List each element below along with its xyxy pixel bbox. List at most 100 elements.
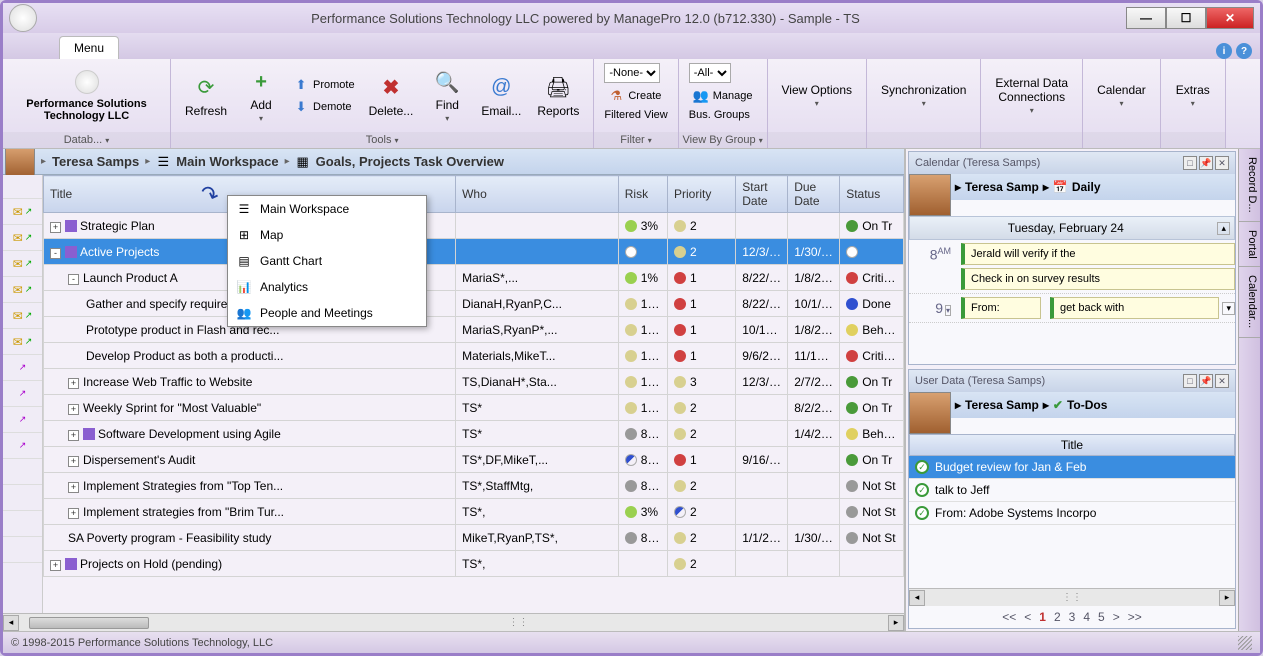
tab-record[interactable]: Record D... xyxy=(1239,149,1260,222)
manage-groups-button[interactable]: 👥Manage xyxy=(689,86,757,106)
cal-bc-user[interactable]: Teresa Samp xyxy=(965,180,1039,194)
panel-pin-icon[interactable]: 📌 xyxy=(1199,156,1213,170)
panel-close-icon[interactable]: ✕ xyxy=(1215,374,1229,388)
promote-button[interactable]: ⬆Promote xyxy=(289,75,359,95)
panel-pin-icon[interactable]: 📌 xyxy=(1199,374,1213,388)
table-row[interactable]: +Strategic Plan3%2On Tr xyxy=(44,213,904,239)
table-row[interactable]: Prototype product in Flash and rec...Mar… xyxy=(44,317,904,343)
todo-scrollbar[interactable]: ◂⋮⋮▸ xyxy=(909,588,1235,606)
project-grid[interactable]: TitleWhoRiskPriorityStart DateDue DateSt… xyxy=(43,175,904,577)
panel-max-icon[interactable]: □ xyxy=(1183,156,1197,170)
breadcrumb-workspace[interactable]: Main Workspace xyxy=(176,154,278,169)
table-row[interactable]: Gather and specify requirementsDianaH,Ry… xyxy=(44,291,904,317)
todo-column-header[interactable]: Title xyxy=(909,434,1235,456)
breadcrumb-user[interactable]: Teresa Samps xyxy=(52,154,139,169)
pager-page[interactable]: 5 xyxy=(1098,610,1105,624)
table-row[interactable]: +Increase Web Traffic to WebsiteTS,Diana… xyxy=(44,369,904,395)
calendar-event[interactable]: get back with xyxy=(1050,297,1219,319)
column-header[interactable]: Who xyxy=(456,176,619,213)
tree-toggle[interactable]: + xyxy=(68,508,79,519)
bus-groups-label[interactable]: Bus. Groups xyxy=(689,109,750,121)
close-button[interactable]: ✕ xyxy=(1206,7,1254,29)
info-icon[interactable]: i xyxy=(1216,43,1232,59)
calendar-date[interactable]: Tuesday, February 24 xyxy=(914,221,1217,235)
pager-first[interactable]: << xyxy=(1002,610,1016,624)
external-data-button[interactable]: External Data Connections▾ xyxy=(989,74,1074,117)
calendar-event[interactable]: Jerald will verify if the xyxy=(961,243,1235,265)
view-options-button[interactable]: View Options▾ xyxy=(776,81,858,110)
calendar-event[interactable]: Check in on survey results xyxy=(961,268,1235,290)
reports-button[interactable]: 🖨 Reports xyxy=(531,72,585,120)
table-row[interactable]: -Launch Product AMariaS*,...1%18/22/2013… xyxy=(44,265,904,291)
group-select[interactable]: -All- xyxy=(689,63,731,83)
check-circle-icon[interactable]: ✓ xyxy=(915,483,929,497)
extras-button[interactable]: Extras▾ xyxy=(1169,81,1217,110)
scroll-down-icon[interactable]: ▾ xyxy=(1222,302,1235,315)
tree-toggle[interactable]: + xyxy=(68,482,79,493)
dropdown-item-analytics[interactable]: 📊Analytics xyxy=(228,274,426,300)
panel-close-icon[interactable]: ✕ xyxy=(1215,156,1229,170)
check-circle-icon[interactable]: ✓ xyxy=(915,460,929,474)
scroll-down-icon[interactable]: ▾ xyxy=(945,305,951,316)
column-header[interactable]: Priority xyxy=(668,176,736,213)
table-row[interactable]: +Dispersement's AuditTS*,DF,MikeT,...80%… xyxy=(44,447,904,473)
resize-grip[interactable] xyxy=(1238,636,1252,650)
dropdown-item-gantt[interactable]: ▤Gantt Chart xyxy=(228,248,426,274)
pager-page[interactable]: 1 xyxy=(1039,610,1046,624)
calendar-event[interactable]: From: xyxy=(961,297,1041,319)
table-row[interactable]: +Implement strategies from "Brim Tur...T… xyxy=(44,499,904,525)
tree-toggle[interactable]: + xyxy=(68,378,79,389)
dropdown-item-people[interactable]: 👥People and Meetings xyxy=(228,300,426,326)
pager-next[interactable]: > xyxy=(1113,610,1120,624)
pager-page[interactable]: 3 xyxy=(1069,610,1076,624)
table-row[interactable]: +Software Development using AgileTS*80%2… xyxy=(44,421,904,447)
pager-prev[interactable]: < xyxy=(1024,610,1031,624)
table-row[interactable]: +Projects on Hold (pending)TS*,2 xyxy=(44,551,904,577)
database-group-label[interactable]: Datab... xyxy=(64,134,103,146)
tab-calendar[interactable]: Calendar... xyxy=(1239,267,1260,337)
horizontal-scrollbar[interactable]: ◂⋮⋮▸ xyxy=(3,613,904,631)
ud-bc-user[interactable]: Teresa Samp xyxy=(965,398,1039,412)
tree-toggle[interactable]: + xyxy=(68,404,79,415)
panel-max-icon[interactable]: □ xyxy=(1183,374,1197,388)
check-circle-icon[interactable]: ✓ xyxy=(915,506,929,520)
column-header[interactable]: Start Date xyxy=(736,176,788,213)
pager-page[interactable]: 2 xyxy=(1054,610,1061,624)
email-button[interactable]: @ Email... xyxy=(475,72,527,120)
dropdown-item-main-workspace[interactable]: ☰Main Workspace xyxy=(228,196,426,222)
add-button[interactable]: + Add ▾ xyxy=(237,66,285,125)
column-header[interactable]: Risk xyxy=(618,176,667,213)
tree-toggle[interactable]: + xyxy=(68,456,79,467)
tree-toggle[interactable]: + xyxy=(50,222,61,233)
scroll-up-icon[interactable]: ▴ xyxy=(1217,222,1230,235)
chevron-right-icon[interactable]: ▸ xyxy=(285,156,290,167)
column-header[interactable]: Due Date xyxy=(788,176,840,213)
table-row[interactable]: Develop Product as both a producti...Mat… xyxy=(44,343,904,369)
maximize-button[interactable]: ☐ xyxy=(1166,7,1206,29)
minimize-button[interactable]: — xyxy=(1126,7,1166,29)
table-row[interactable]: -Active Projects212/3/20121/30/2015 xyxy=(44,239,904,265)
tree-toggle[interactable]: - xyxy=(68,274,79,285)
pager-page[interactable]: 4 xyxy=(1083,610,1090,624)
table-row[interactable]: +Weekly Sprint for "Most Valuable"TS*16%… xyxy=(44,395,904,421)
calendar-button[interactable]: Calendar▾ xyxy=(1091,81,1152,110)
delete-button[interactable]: ✖ Delete... xyxy=(363,72,420,120)
tab-portal[interactable]: Portal xyxy=(1239,222,1260,268)
filter-select[interactable]: -None- xyxy=(604,63,660,83)
todo-item[interactable]: ✓ From: Adobe Systems Incorpo xyxy=(909,502,1235,525)
ud-bc-view[interactable]: To-Dos xyxy=(1067,398,1107,412)
todo-item[interactable]: ✓ Budget review for Jan & Feb xyxy=(909,456,1235,479)
filter-create-button[interactable]: ⚗Create xyxy=(604,86,665,106)
todo-item[interactable]: ✓ talk to Jeff xyxy=(909,479,1235,502)
table-row[interactable]: SA Poverty program - Feasibility studyMi… xyxy=(44,525,904,551)
chevron-right-icon[interactable]: ▸ xyxy=(41,156,46,167)
column-header[interactable]: Status xyxy=(840,176,904,213)
sync-button[interactable]: Synchronization▾ xyxy=(875,81,972,110)
cal-bc-view[interactable]: Daily xyxy=(1072,180,1101,194)
demote-button[interactable]: ⬇Demote xyxy=(289,97,359,117)
refresh-button[interactable]: ⟳ Refresh xyxy=(179,72,233,120)
tree-toggle[interactable]: + xyxy=(68,430,79,441)
find-button[interactable]: 🔍 Find ▾ xyxy=(423,66,471,125)
tree-toggle[interactable]: + xyxy=(50,560,61,571)
chevron-right-icon[interactable]: ▸ xyxy=(145,156,150,167)
